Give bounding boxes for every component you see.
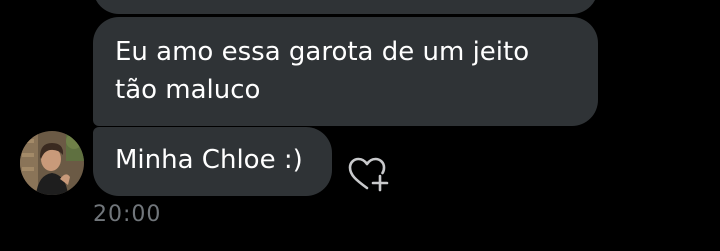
message-timestamp: 20:00 xyxy=(93,202,162,227)
previous-message-bubble xyxy=(93,0,598,14)
message-text: Minha Chloe :) xyxy=(115,145,303,175)
message-bubble[interactable]: Minha Chloe :) xyxy=(93,127,332,196)
message-bubble[interactable]: Eu amo essa garota de um jeito tão maluc… xyxy=(93,17,598,126)
avatar[interactable] xyxy=(20,131,84,195)
heart-plus-icon[interactable] xyxy=(346,155,390,195)
message-text: Eu amo essa garota de um jeito tão maluc… xyxy=(115,37,530,105)
avatar-image xyxy=(20,131,84,195)
